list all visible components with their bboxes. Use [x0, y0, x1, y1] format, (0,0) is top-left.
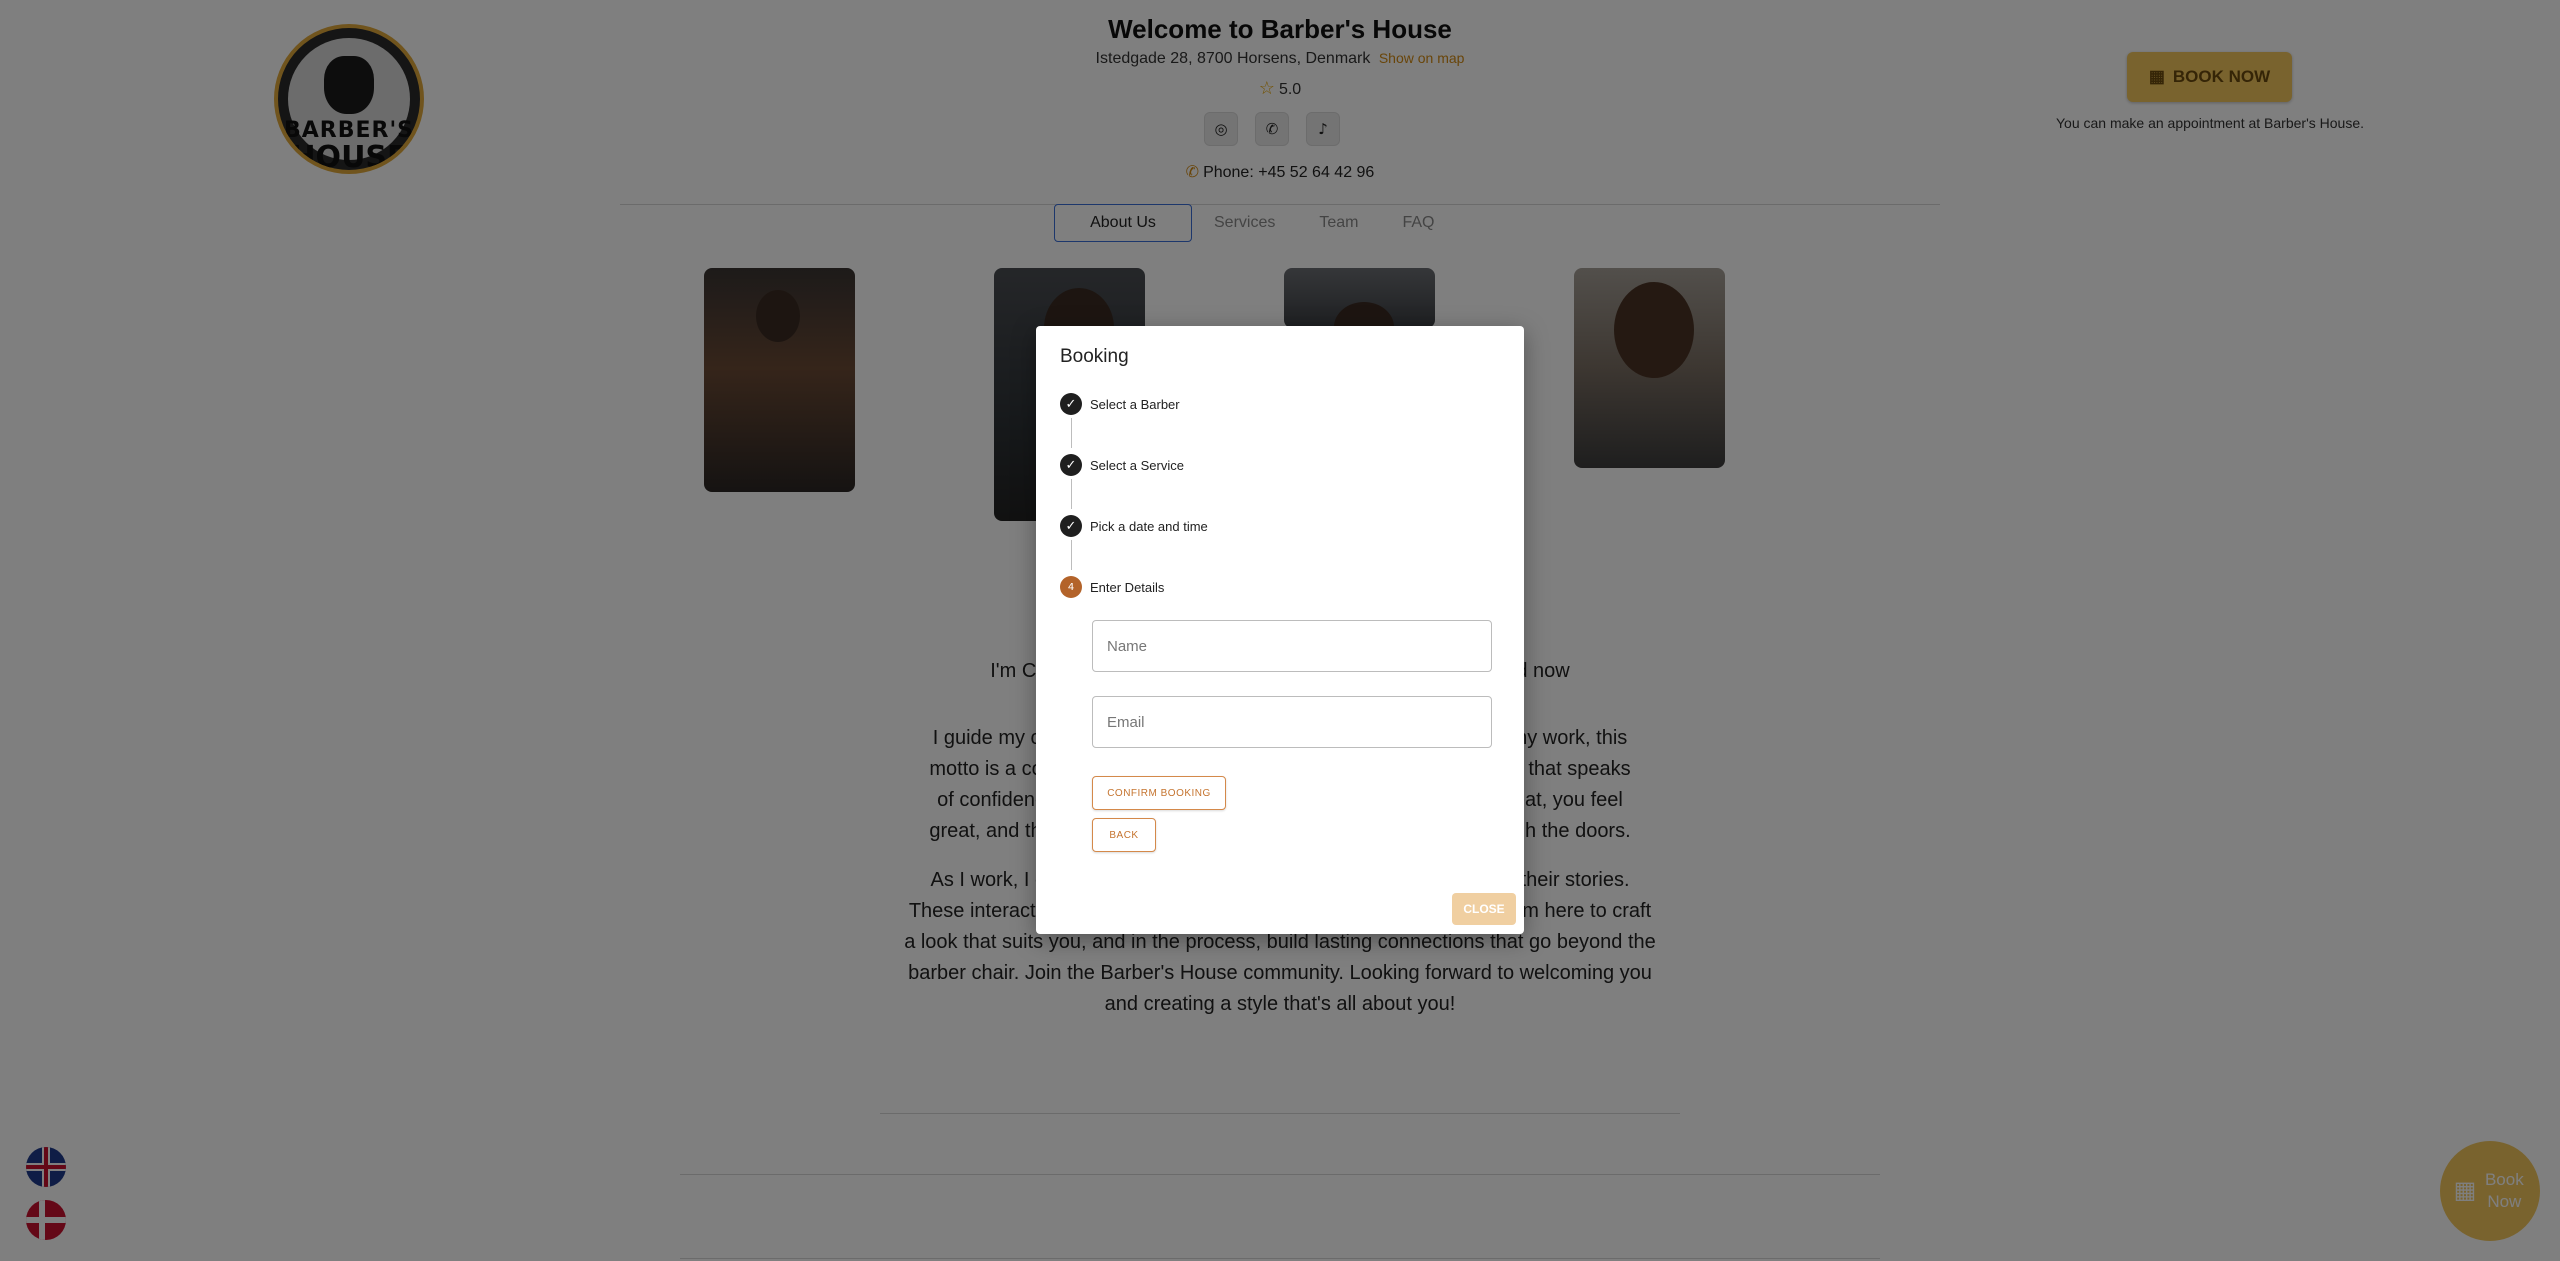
check-icon: ✓	[1060, 515, 1082, 537]
step-select-service[interactable]: ✓ Select a Service	[1060, 454, 1184, 476]
step-label: Select a Service	[1090, 457, 1184, 473]
step-label: Select a Barber	[1090, 396, 1180, 412]
step-connector	[1071, 418, 1072, 448]
step-connector	[1071, 479, 1072, 509]
modal-title: Booking	[1060, 346, 1129, 367]
step-label: Pick a date and time	[1090, 518, 1208, 534]
step-select-barber[interactable]: ✓ Select a Barber	[1060, 393, 1180, 415]
close-button[interactable]: CLOSE	[1452, 893, 1516, 925]
back-button[interactable]: BACK	[1092, 818, 1156, 852]
step-enter-details[interactable]: 4 Enter Details	[1060, 576, 1164, 598]
name-input[interactable]	[1092, 620, 1492, 672]
step-pick-date-time[interactable]: ✓ Pick a date and time	[1060, 515, 1208, 537]
step-label: Enter Details	[1090, 579, 1165, 595]
check-icon: ✓	[1060, 454, 1082, 476]
step-number-badge: 4	[1060, 576, 1082, 598]
confirm-booking-button[interactable]: CONFIRM BOOKING	[1092, 776, 1226, 810]
step-connector	[1071, 540, 1072, 570]
booking-modal: Booking ✓ Select a Barber ✓ Select a Ser…	[1036, 326, 1524, 934]
email-input[interactable]	[1092, 696, 1492, 748]
check-icon: ✓	[1060, 393, 1082, 415]
